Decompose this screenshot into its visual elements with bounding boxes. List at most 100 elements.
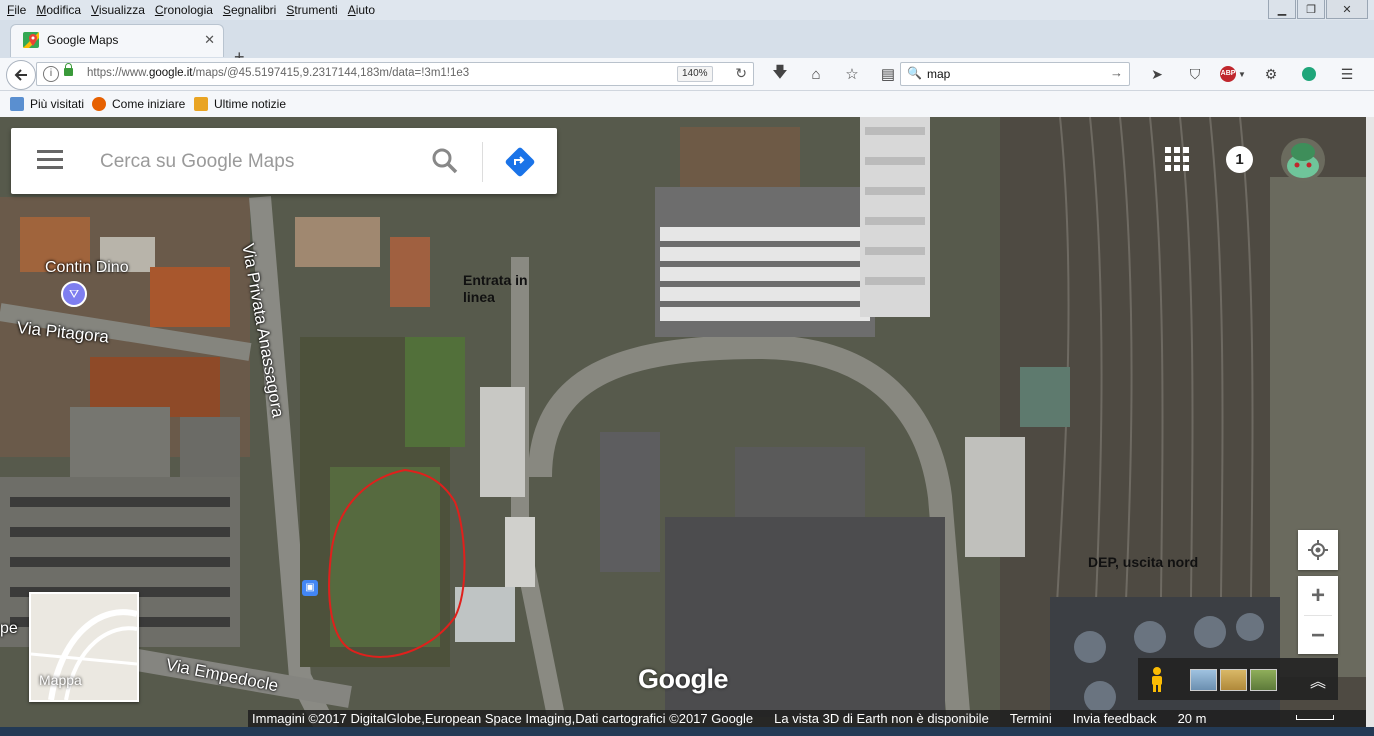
earth-3d-notice[interactable]: La vista 3D di Earth non è disponibile bbox=[774, 711, 989, 726]
url-text[interactable]: https://www.google.it/maps/@45.5197415,9… bbox=[87, 67, 469, 79]
bus-stop-icon[interactable]: ▣ bbox=[302, 580, 318, 596]
navigation-bar: i https://www.google.it/maps/@45.5197415… bbox=[0, 58, 1374, 91]
home-icon[interactable]: ⌂ bbox=[798, 63, 834, 85]
my-location-button[interactable] bbox=[1298, 530, 1338, 570]
pegman-icon[interactable] bbox=[1148, 666, 1166, 692]
map-type-toggle[interactable]: Mappa bbox=[29, 592, 139, 702]
google-apps-icon[interactable] bbox=[1165, 147, 1189, 171]
menu-strumenti[interactable]: Strumenti bbox=[281, 2, 342, 18]
annotation-entrata: Entrata in linea bbox=[463, 272, 528, 305]
minimize-button[interactable]: ▁ bbox=[1268, 0, 1296, 19]
menu-modifica[interactable]: Modifica bbox=[31, 2, 86, 18]
search-divider bbox=[482, 142, 483, 182]
street-label-fragment: pe bbox=[0, 620, 18, 637]
terms-link[interactable]: Termini bbox=[1010, 711, 1052, 726]
plus-icon: + bbox=[1310, 581, 1325, 609]
place-pin-icon[interactable]: ⛛ bbox=[61, 281, 87, 307]
bookmark-piu-visitati[interactable]: Più visitati bbox=[10, 97, 84, 111]
imagery-thumbnail-sky[interactable] bbox=[1190, 669, 1217, 691]
web-search-box[interactable]: 🔍 map → bbox=[900, 62, 1130, 86]
menu-file[interactable]: File bbox=[2, 2, 31, 18]
minimap-label: Mappa bbox=[39, 672, 82, 688]
bookmark-icon bbox=[10, 97, 24, 111]
restore-button[interactable]: ❐ bbox=[1297, 0, 1325, 19]
expand-icon[interactable]: ︽ bbox=[1310, 668, 1326, 692]
satellite-imagery bbox=[0, 117, 1366, 736]
maps-menu-icon[interactable] bbox=[37, 150, 63, 174]
bookmark-come-iniziare[interactable]: Come iniziare bbox=[92, 97, 185, 111]
dropdown-arrow-icon: ▼ bbox=[1238, 69, 1246, 79]
web-search-value: map bbox=[927, 67, 951, 81]
imagery-thumbnail-field[interactable] bbox=[1220, 669, 1247, 691]
extension-icon[interactable]: ⚙ bbox=[1252, 63, 1290, 85]
reload-icon[interactable]: ↻ bbox=[735, 65, 747, 82]
tab-google-maps[interactable]: Google Maps ✕ bbox=[10, 24, 224, 57]
bookmark-label: Ultime notizie bbox=[214, 97, 287, 111]
download-icon[interactable]: 🡇 bbox=[762, 63, 798, 85]
directions-icon[interactable] bbox=[505, 147, 535, 177]
menu-bar: File Modifica Visualizza Cronologia Segn… bbox=[0, 0, 1374, 20]
adblock-icon: ABP bbox=[1220, 66, 1237, 82]
minus-icon: − bbox=[1310, 621, 1325, 649]
tab-strip: Google Maps ✕ + bbox=[0, 20, 1374, 67]
window-controls: ▁ ❐ ✕ bbox=[1267, 0, 1368, 19]
menu-visualizza[interactable]: Visualizza bbox=[86, 2, 150, 18]
close-icon: ✕ bbox=[1342, 3, 1352, 16]
avatar[interactable] bbox=[1281, 138, 1325, 182]
zoom-controls: + − bbox=[1298, 576, 1338, 654]
menu-aiuto[interactable]: Aiuto bbox=[343, 2, 380, 18]
place-label-contin-dino[interactable]: Contin Dino bbox=[45, 259, 129, 277]
info-icon[interactable]: i bbox=[43, 66, 59, 82]
notifications-badge[interactable]: 1 bbox=[1226, 146, 1253, 173]
back-button[interactable] bbox=[6, 60, 36, 90]
search-icon[interactable] bbox=[431, 147, 459, 175]
star-icon[interactable]: ☆ bbox=[834, 63, 870, 85]
pocket-icon[interactable]: ⛉ bbox=[1176, 63, 1214, 85]
zoom-in-button[interactable]: + bbox=[1298, 576, 1338, 615]
map-canvas[interactable]: ⛛ ▣ bbox=[0, 117, 1366, 736]
maps-search-panel: Cerca su Google Maps bbox=[11, 128, 557, 194]
map-footer: Immagini ©2017 DigitalGlobe,European Spa… bbox=[248, 710, 1366, 727]
url-bar[interactable]: i https://www.google.it/maps/@45.5197415… bbox=[36, 62, 754, 86]
google-maps-icon bbox=[23, 32, 39, 48]
rss-icon bbox=[194, 97, 208, 111]
scale-label[interactable]: 20 m bbox=[1178, 711, 1207, 726]
bookmark-ultime-notizie[interactable]: Ultime notizie bbox=[194, 97, 286, 111]
imagery-credit: Immagini ©2017 DigitalGlobe,European Spa… bbox=[252, 711, 754, 726]
search-engine-icon[interactable]: 🔍 bbox=[907, 66, 922, 80]
page-scrollbar[interactable] bbox=[1366, 117, 1374, 736]
url-prefix: https://www. bbox=[87, 67, 149, 79]
hamburger-menu-icon[interactable]: ☰ bbox=[1328, 63, 1366, 85]
annotation-dep: DEP, uscita nord bbox=[1088, 554, 1199, 570]
search-go-icon[interactable]: → bbox=[1110, 65, 1123, 80]
menu-cronologia[interactable]: Cronologia bbox=[150, 2, 218, 18]
send-icon[interactable]: ➤ bbox=[1138, 63, 1176, 85]
restore-icon: ❐ bbox=[1306, 3, 1316, 16]
google-logo: Google bbox=[638, 664, 729, 694]
shield-icon[interactable] bbox=[1290, 63, 1328, 85]
adblock-button[interactable]: ABP ▼ bbox=[1214, 63, 1252, 85]
url-host: google.it bbox=[149, 67, 193, 79]
shopping-bag-icon: ⛛ bbox=[68, 286, 80, 301]
zoom-out-button[interactable]: − bbox=[1298, 616, 1338, 655]
firefox-icon bbox=[92, 97, 106, 111]
tab-close-icon[interactable]: ✕ bbox=[204, 32, 215, 48]
os-taskbar bbox=[0, 727, 1374, 736]
zoom-indicator[interactable]: 140% bbox=[677, 66, 713, 82]
menu-segnalibri[interactable]: Segnalibri bbox=[218, 2, 281, 18]
feedback-link[interactable]: Invia feedback bbox=[1073, 711, 1157, 726]
lock-icon bbox=[64, 63, 73, 76]
url-path: /maps/@45.5197415,9.2317144,183m/data=!3… bbox=[192, 67, 470, 79]
imagery-bar: ︽ bbox=[1138, 658, 1338, 700]
menu-items: File Modifica Visualizza Cronologia Segn… bbox=[2, 2, 380, 18]
close-window-button[interactable]: ✕ bbox=[1326, 0, 1368, 19]
bookmarks-toolbar: Più visitati Come iniziare Ultime notizi… bbox=[0, 91, 1374, 118]
bookmark-label: Più visitati bbox=[30, 97, 85, 111]
back-arrow-icon bbox=[14, 69, 27, 81]
scale-bar[interactable] bbox=[1296, 715, 1334, 720]
tab-title: Google Maps bbox=[47, 33, 119, 47]
maps-search-input[interactable]: Cerca su Google Maps bbox=[100, 151, 294, 173]
imagery-thumbnail-green[interactable] bbox=[1250, 669, 1277, 691]
addon-icons: ➤ ⛉ ABP ▼ ⚙ ☰ bbox=[1138, 63, 1366, 85]
toolbar-icons: 🡇 ⌂ ☆ ▤ bbox=[762, 63, 906, 85]
